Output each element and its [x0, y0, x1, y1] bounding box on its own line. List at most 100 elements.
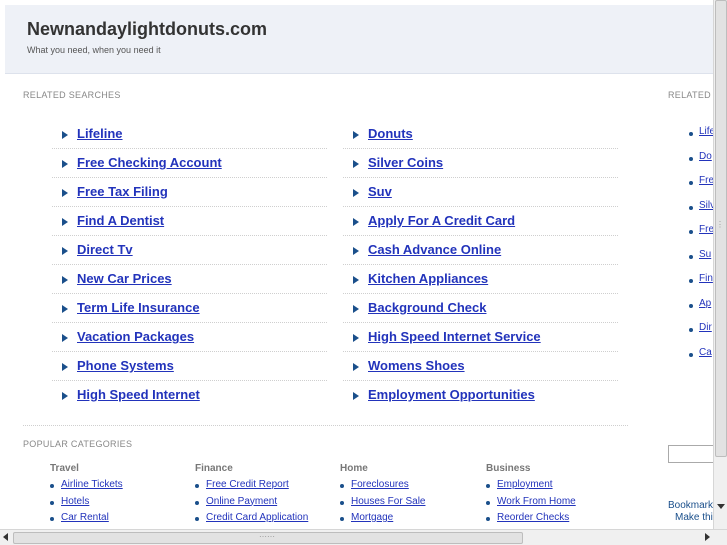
- category-link[interactable]: Hotels: [61, 496, 89, 507]
- related-search-link[interactable]: Apply For A Credit Card: [368, 213, 515, 228]
- related-search-link[interactable]: Direct Tv: [77, 242, 133, 257]
- category-link[interactable]: Work From Home: [497, 496, 576, 507]
- scroll-left-arrow-icon[interactable]: [3, 533, 8, 541]
- sidebar-related-link[interactable]: Dir: [699, 322, 712, 333]
- related-search-item[interactable]: Phone Systems: [62, 357, 342, 386]
- bullet-icon: [50, 500, 54, 505]
- related-search-item[interactable]: Term Life Insurance: [62, 299, 342, 328]
- arrow-icon: [62, 131, 68, 139]
- related-search-item[interactable]: Free Checking Account: [62, 154, 342, 183]
- related-search-link[interactable]: Womens Shoes: [368, 358, 465, 373]
- category-link[interactable]: Airline Tickets: [61, 479, 123, 490]
- related-search-link[interactable]: Lifeline: [77, 126, 123, 141]
- sidebar-related-link[interactable]: Ap: [699, 298, 711, 309]
- bullet-icon: [689, 156, 693, 161]
- category-link[interactable]: Foreclosures: [351, 479, 409, 490]
- bullet-icon: [689, 132, 693, 136]
- arrow-icon: [62, 392, 68, 400]
- related-search-item[interactable]: Free Tax Filing: [62, 183, 342, 212]
- category-link[interactable]: Reorder Checks: [497, 512, 569, 523]
- related-search-link[interactable]: Kitchen Appliances: [368, 271, 488, 286]
- divider: [52, 235, 327, 236]
- related-search-link[interactable]: Donuts: [368, 126, 413, 141]
- related-search-link[interactable]: Silver Coins: [368, 155, 443, 170]
- bullet-icon: [486, 484, 490, 488]
- category-heading: Finance: [195, 463, 233, 474]
- scroll-right-arrow-icon[interactable]: [705, 533, 710, 541]
- related-search-item[interactable]: High Speed Internet: [62, 386, 342, 415]
- category-heading: Travel: [50, 463, 79, 474]
- bullet-icon: [195, 517, 199, 521]
- divider: [343, 177, 618, 178]
- scroll-down-arrow-icon[interactable]: [717, 504, 725, 509]
- related-search-item[interactable]: Cash Advance Online: [353, 241, 633, 270]
- related-search-link[interactable]: Find A Dentist: [77, 213, 164, 228]
- related-search-item[interactable]: Silver Coins: [353, 154, 633, 183]
- arrow-icon: [62, 334, 68, 342]
- related-search-item[interactable]: Lifeline: [62, 125, 342, 154]
- sidebar-related-link[interactable]: Su: [699, 249, 711, 260]
- arrow-icon: [353, 218, 359, 226]
- arrow-icon: [353, 392, 359, 400]
- related-search-link[interactable]: High Speed Internet: [77, 387, 200, 402]
- related-search-link[interactable]: Phone Systems: [77, 358, 174, 373]
- related-search-item[interactable]: Womens Shoes: [353, 357, 633, 386]
- related-search-link[interactable]: Suv: [368, 184, 392, 199]
- arrow-icon: [62, 247, 68, 255]
- category-heading: Home: [340, 463, 368, 474]
- related-search-item[interactable]: Find A Dentist: [62, 212, 342, 241]
- bullet-icon: [689, 328, 693, 332]
- related-search-item[interactable]: High Speed Internet Service: [353, 328, 633, 357]
- category-link[interactable]: Mortgage: [351, 512, 393, 523]
- related-search-item[interactable]: Kitchen Appliances: [353, 270, 633, 299]
- related-search-item[interactable]: Vacation Packages: [62, 328, 342, 357]
- divider: [343, 148, 618, 149]
- related-search-item[interactable]: New Car Prices: [62, 270, 342, 299]
- sidebar-related-link[interactable]: Fre: [699, 224, 714, 235]
- related-search-link[interactable]: Term Life Insurance: [77, 300, 200, 315]
- divider: [52, 264, 327, 265]
- arrow-icon: [353, 189, 359, 197]
- sidebar-related-link[interactable]: Fre: [699, 175, 714, 186]
- category-link[interactable]: Online Payment: [206, 496, 277, 507]
- divider: [52, 148, 327, 149]
- sidebar-related-link[interactable]: Do: [699, 151, 712, 162]
- horizontal-scrollbar[interactable]: ⋯⋯: [0, 529, 727, 545]
- related-search-item[interactable]: Donuts: [353, 125, 633, 154]
- related-search-link[interactable]: New Car Prices: [77, 271, 172, 286]
- site-title: Newnandaylightdonuts.com: [27, 19, 268, 39]
- divider: [52, 380, 327, 381]
- bookmark-link[interactable]: Bookmark: [668, 500, 713, 511]
- bullet-icon: [689, 181, 693, 185]
- related-search-item[interactable]: Employment Opportunities: [353, 386, 633, 415]
- category-link[interactable]: Employment: [497, 479, 553, 490]
- related-search-link[interactable]: Employment Opportunities: [368, 387, 535, 402]
- category-link[interactable]: Credit Card Application: [206, 512, 308, 523]
- grip-icon: ⋯⋯: [259, 532, 275, 541]
- related-search-link[interactable]: Free Checking Account: [77, 155, 222, 170]
- sidebar-related-link[interactable]: Ca: [699, 347, 712, 358]
- bullet-icon: [486, 517, 490, 521]
- make-homepage-link[interactable]: Make thi: [675, 512, 713, 523]
- sidebar-related-label: RELATED: [668, 90, 711, 100]
- divider: [23, 425, 628, 426]
- category-link[interactable]: Houses For Sale: [351, 496, 425, 507]
- sidebar-related-link[interactable]: Fin: [699, 273, 713, 284]
- arrow-icon: [62, 189, 68, 197]
- vertical-scrollbar[interactable]: ⋮: [713, 0, 727, 530]
- category-link[interactable]: Free Credit Report: [206, 479, 289, 490]
- site-tagline: What you need, when you need it: [27, 45, 161, 55]
- related-search-link[interactable]: High Speed Internet Service: [368, 329, 541, 344]
- related-search-link[interactable]: Vacation Packages: [77, 329, 194, 344]
- divider: [52, 206, 327, 207]
- bullet-icon: [340, 484, 344, 488]
- related-search-item[interactable]: Direct Tv: [62, 241, 342, 270]
- related-search-link[interactable]: Free Tax Filing: [77, 184, 168, 199]
- bullet-icon: [195, 500, 199, 505]
- related-search-item[interactable]: Background Check: [353, 299, 633, 328]
- related-search-link[interactable]: Background Check: [368, 300, 486, 315]
- related-search-item[interactable]: Apply For A Credit Card: [353, 212, 633, 241]
- related-search-item[interactable]: Suv: [353, 183, 633, 212]
- category-link[interactable]: Car Rental: [61, 512, 109, 523]
- related-search-link[interactable]: Cash Advance Online: [368, 242, 501, 257]
